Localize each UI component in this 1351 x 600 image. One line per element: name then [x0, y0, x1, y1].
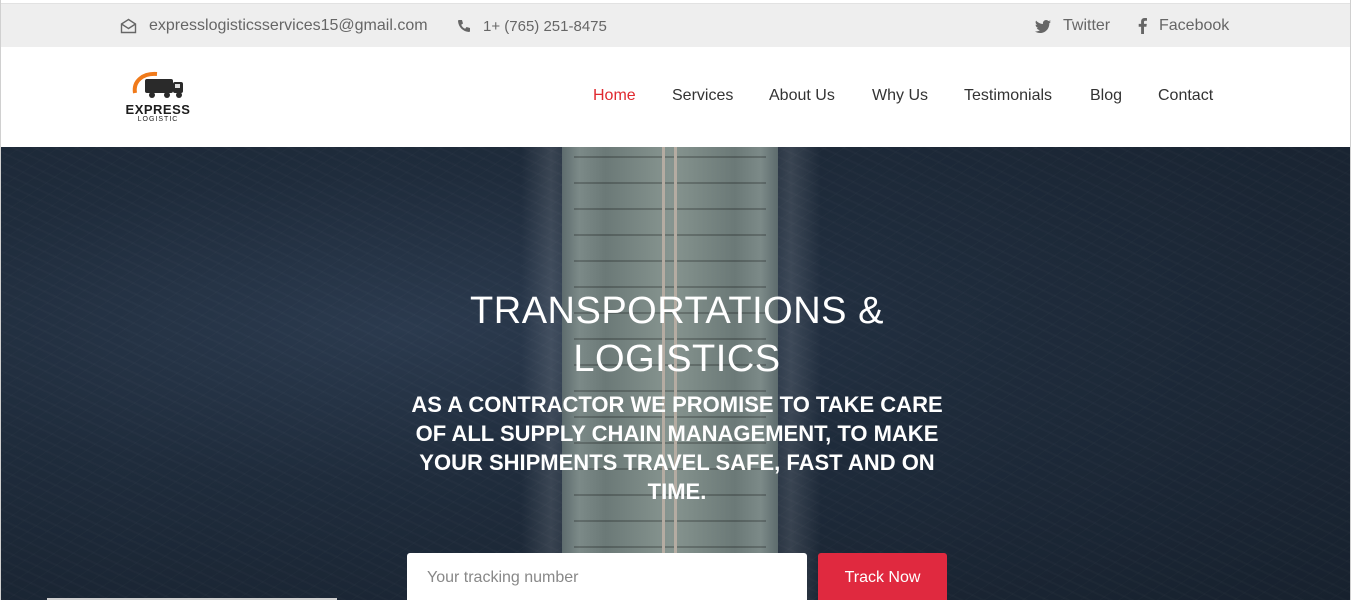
- hero-subtitle: AS A CONTRACTOR WE PROMISE TO TAKE CARE …: [411, 392, 943, 504]
- twitter-label: Twitter: [1063, 17, 1111, 34]
- phone-text: 1+ (765) 251-8475: [483, 17, 607, 35]
- phone-icon: [458, 20, 470, 32]
- nav-about-us[interactable]: About Us: [769, 87, 835, 105]
- logo-subtitle: LOGISTIC: [137, 115, 179, 123]
- twitter-icon: [1035, 19, 1051, 33]
- truck-logo-icon: [132, 71, 183, 98]
- main-navbar: EXPRESS LOGISTIC Home Services About Us …: [1, 47, 1350, 147]
- twitter-link[interactable]: Twitter: [1035, 4, 1110, 48]
- page: expresslogisticsservices15@gmail.com 1+ …: [0, 0, 1351, 600]
- facebook-icon: [1138, 18, 1147, 34]
- phone-contact[interactable]: 1+ (765) 251-8475: [457, 4, 607, 48]
- nav-testimonials[interactable]: Testimonials: [964, 87, 1052, 105]
- site-logo[interactable]: EXPRESS LOGISTIC: [114, 64, 202, 130]
- envelope-icon: [120, 18, 137, 34]
- email-text: expresslogisticsservices15@gmail.com: [149, 17, 428, 34]
- nav-blog[interactable]: Blog: [1090, 87, 1122, 105]
- email-contact[interactable]: expresslogisticsservices15@gmail.com: [120, 4, 428, 48]
- logo-title: EXPRESS: [125, 101, 191, 117]
- track-now-button[interactable]: Track Now: [818, 553, 947, 600]
- top-info-bar: expresslogisticsservices15@gmail.com 1+ …: [1, 3, 1350, 47]
- facebook-label: Facebook: [1159, 17, 1230, 34]
- hero-title: TRANSPORTATIONS & LOGISTICS: [470, 290, 884, 380]
- nav-contact[interactable]: Contact: [1158, 87, 1213, 105]
- tracking-number-input[interactable]: [407, 553, 807, 600]
- nav-home[interactable]: Home: [593, 87, 636, 105]
- hero-section: TRANSPORTATIONS & LOGISTICS AS A CONTRAC…: [1, 147, 1350, 600]
- nav-why-us[interactable]: Why Us: [872, 87, 928, 105]
- nav-services[interactable]: Services: [672, 87, 733, 105]
- facebook-link[interactable]: Facebook: [1138, 4, 1229, 48]
